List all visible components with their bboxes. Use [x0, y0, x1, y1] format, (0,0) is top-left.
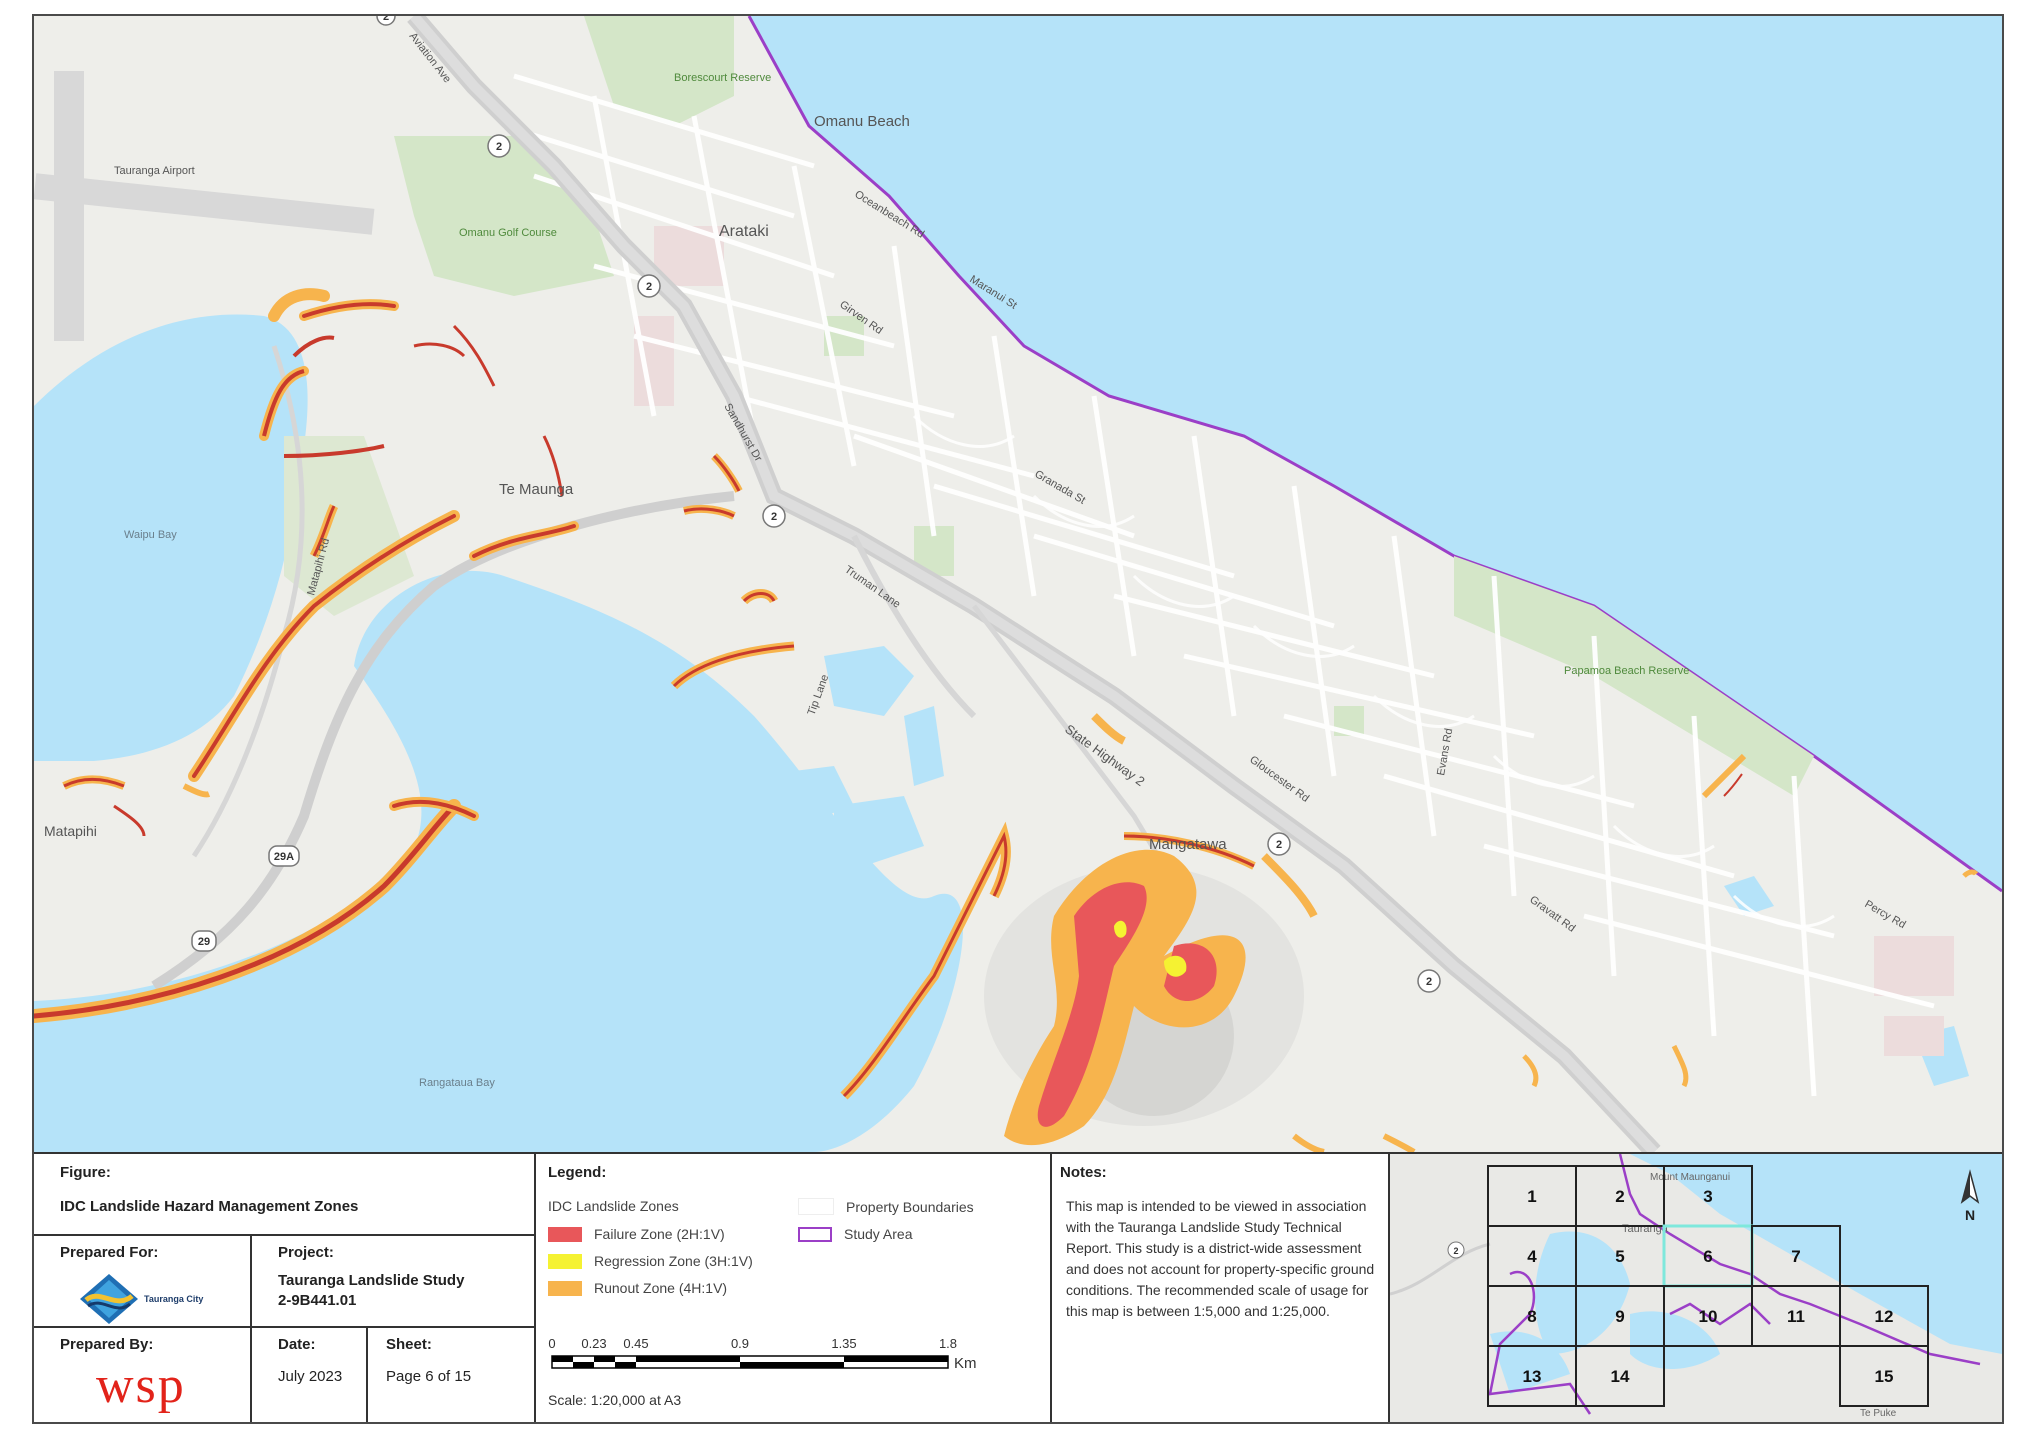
- study-area-swatch: [798, 1226, 832, 1242]
- svg-text:29: 29: [198, 936, 210, 948]
- svg-text:10: 10: [1699, 1307, 1718, 1326]
- date-cell: Date: July 2023: [252, 1328, 368, 1422]
- regression-zone-swatch: [548, 1253, 582, 1269]
- legend-regression-zone: Regression Zone (3H:1V): [548, 1253, 753, 1269]
- inset-canvas: 2 Mount Maunganui Tauranga Te Puke N 1 2…: [1390, 1154, 2002, 1422]
- label-mangatawa: Mangatawa: [1149, 836, 1227, 853]
- legend-failure-zone: Failure Zone (2H:1V): [548, 1226, 725, 1242]
- prepared-by-header: Prepared By:: [60, 1336, 154, 1353]
- label-omanu-golf-course: Omanu Golf Course: [459, 227, 557, 239]
- svg-text:2: 2: [1276, 839, 1282, 851]
- svg-text:2: 2: [771, 511, 777, 523]
- svg-text:1.8: 1.8: [939, 1336, 957, 1351]
- tauranga-logo-icon: [80, 1274, 138, 1324]
- runout-zone-swatch: [548, 1280, 582, 1296]
- inset-map[interactable]: 2 Mount Maunganui Tauranga Te Puke N 1 2…: [1390, 1154, 2002, 1422]
- svg-text:14: 14: [1611, 1367, 1630, 1386]
- svg-text:2: 2: [496, 141, 502, 153]
- map-canvas: 2 2 2 2 2 2 29A 29 Omanu Beach Arataki T…: [34, 16, 2002, 1152]
- label-papamoa-beach-reserve: Papamoa Beach Reserve: [1564, 665, 1689, 677]
- svg-text:6: 6: [1703, 1247, 1712, 1266]
- project-header: Project:: [278, 1244, 334, 1261]
- svg-text:2: 2: [1426, 976, 1432, 988]
- main-map[interactable]: 2 2 2 2 2 2 29A 29 Omanu Beach Arataki T…: [34, 16, 2002, 1154]
- sheet-value: Page 6 of 15: [386, 1368, 472, 1385]
- svg-text:13: 13: [1523, 1367, 1542, 1386]
- label-matapihi: Matapihi: [44, 823, 97, 839]
- wsp-logo: wsp: [96, 1357, 186, 1414]
- legend-runout-zone: Runout Zone (4H:1V): [548, 1280, 727, 1296]
- svg-text:8: 8: [1527, 1307, 1536, 1326]
- label-tauranga-airport: Tauranga Airport: [114, 165, 195, 177]
- figure-cell: Figure: IDC Landslide Hazard Management …: [34, 1154, 536, 1236]
- figure-title: IDC Landslide Hazard Management Zones: [60, 1198, 359, 1215]
- sheet-cell: Sheet: Page 6 of 15: [368, 1328, 536, 1422]
- svg-text:1: 1: [1527, 1187, 1536, 1206]
- label-waipu-bay: Waipu Bay: [124, 529, 177, 541]
- svg-text:11: 11: [1787, 1307, 1805, 1326]
- sheet-header: Sheet:: [386, 1336, 432, 1353]
- label-arataki: Arataki: [719, 223, 769, 240]
- svg-text:2: 2: [383, 16, 389, 23]
- legend-cell: Legend: IDC Landslide Zones Failure Zone…: [536, 1154, 1052, 1422]
- svg-text:0.45: 0.45: [623, 1336, 648, 1351]
- figure-header: Figure:: [60, 1164, 111, 1181]
- project-number: 2-9B441.01: [278, 1292, 357, 1309]
- svg-text:0: 0: [548, 1336, 555, 1351]
- inset-label-te-puke: Te Puke: [1860, 1408, 1897, 1419]
- tauranga-logo-text: Tauranga City: [144, 1294, 204, 1304]
- svg-text:0.9: 0.9: [731, 1336, 749, 1351]
- legend-header: Legend:: [548, 1164, 607, 1181]
- svg-text:0.23: 0.23: [581, 1336, 606, 1351]
- project-name: Tauranga Landslide Study: [278, 1272, 465, 1289]
- prepared-for-cell: Prepared For: Tauranga City: [34, 1236, 252, 1328]
- svg-text:5: 5: [1615, 1247, 1624, 1266]
- legend-study-area: Study Area: [798, 1226, 913, 1242]
- svg-text:12: 12: [1875, 1307, 1894, 1326]
- label-te-maunga: Te Maunga: [499, 481, 574, 498]
- notes-text: This map is intended to be viewed in ass…: [1066, 1198, 1375, 1319]
- date-value: July 2023: [278, 1368, 343, 1385]
- map-sheet: 2 2 2 2 2 2 29A 29 Omanu Beach Arataki T…: [32, 14, 2004, 1424]
- tauranga-city-logo: Tauranga City: [80, 1274, 203, 1324]
- inset-label-mount: Mount Maunganui: [1650, 1172, 1730, 1183]
- prepared-for-header: Prepared For:: [60, 1244, 159, 1261]
- legend-group-label: IDC Landslide Zones: [548, 1198, 679, 1214]
- svg-text:2: 2: [646, 281, 652, 293]
- legend-property-boundaries: Property Boundaries: [798, 1198, 974, 1215]
- svg-text:3: 3: [1703, 1187, 1712, 1206]
- label-borescourt-reserve: Borescourt Reserve: [674, 72, 771, 84]
- svg-text:15: 15: [1875, 1367, 1894, 1386]
- svg-text:2: 2: [1453, 1246, 1458, 1256]
- prepared-by-cell: Prepared By: wsp: [34, 1328, 252, 1422]
- svg-text:Km: Km: [954, 1355, 977, 1372]
- inset-label-tauranga: Tauranga: [1622, 1223, 1669, 1235]
- notes-cell: Notes: This map is intended to be viewed…: [1052, 1154, 1390, 1422]
- svg-text:4: 4: [1527, 1247, 1537, 1266]
- svg-text:7: 7: [1791, 1247, 1800, 1266]
- svg-text:9: 9: [1615, 1307, 1624, 1326]
- svg-text:29A: 29A: [274, 851, 294, 863]
- label-rangataua-bay: Rangataua Bay: [419, 1077, 495, 1089]
- date-header: Date:: [278, 1336, 316, 1353]
- failure-zone-swatch: [548, 1226, 582, 1242]
- title-block: Figure: IDC Landslide Hazard Management …: [34, 1154, 2002, 1422]
- label-omanu-beach: Omanu Beach: [814, 113, 910, 130]
- notes-header: Notes:: [1060, 1164, 1107, 1181]
- scale-text: Scale: 1:20,000 at A3: [548, 1392, 682, 1408]
- project-cell: Project: Tauranga Landslide Study 2-9B44…: [252, 1236, 536, 1328]
- property-boundaries-swatch: [798, 1198, 834, 1215]
- svg-text:N: N: [1965, 1207, 1975, 1223]
- svg-text:2: 2: [1615, 1187, 1624, 1206]
- scale-bar: 0 0.23 0.45 0.9 1.35 1.8 Km: [548, 1336, 977, 1372]
- svg-text:1.35: 1.35: [831, 1336, 856, 1351]
